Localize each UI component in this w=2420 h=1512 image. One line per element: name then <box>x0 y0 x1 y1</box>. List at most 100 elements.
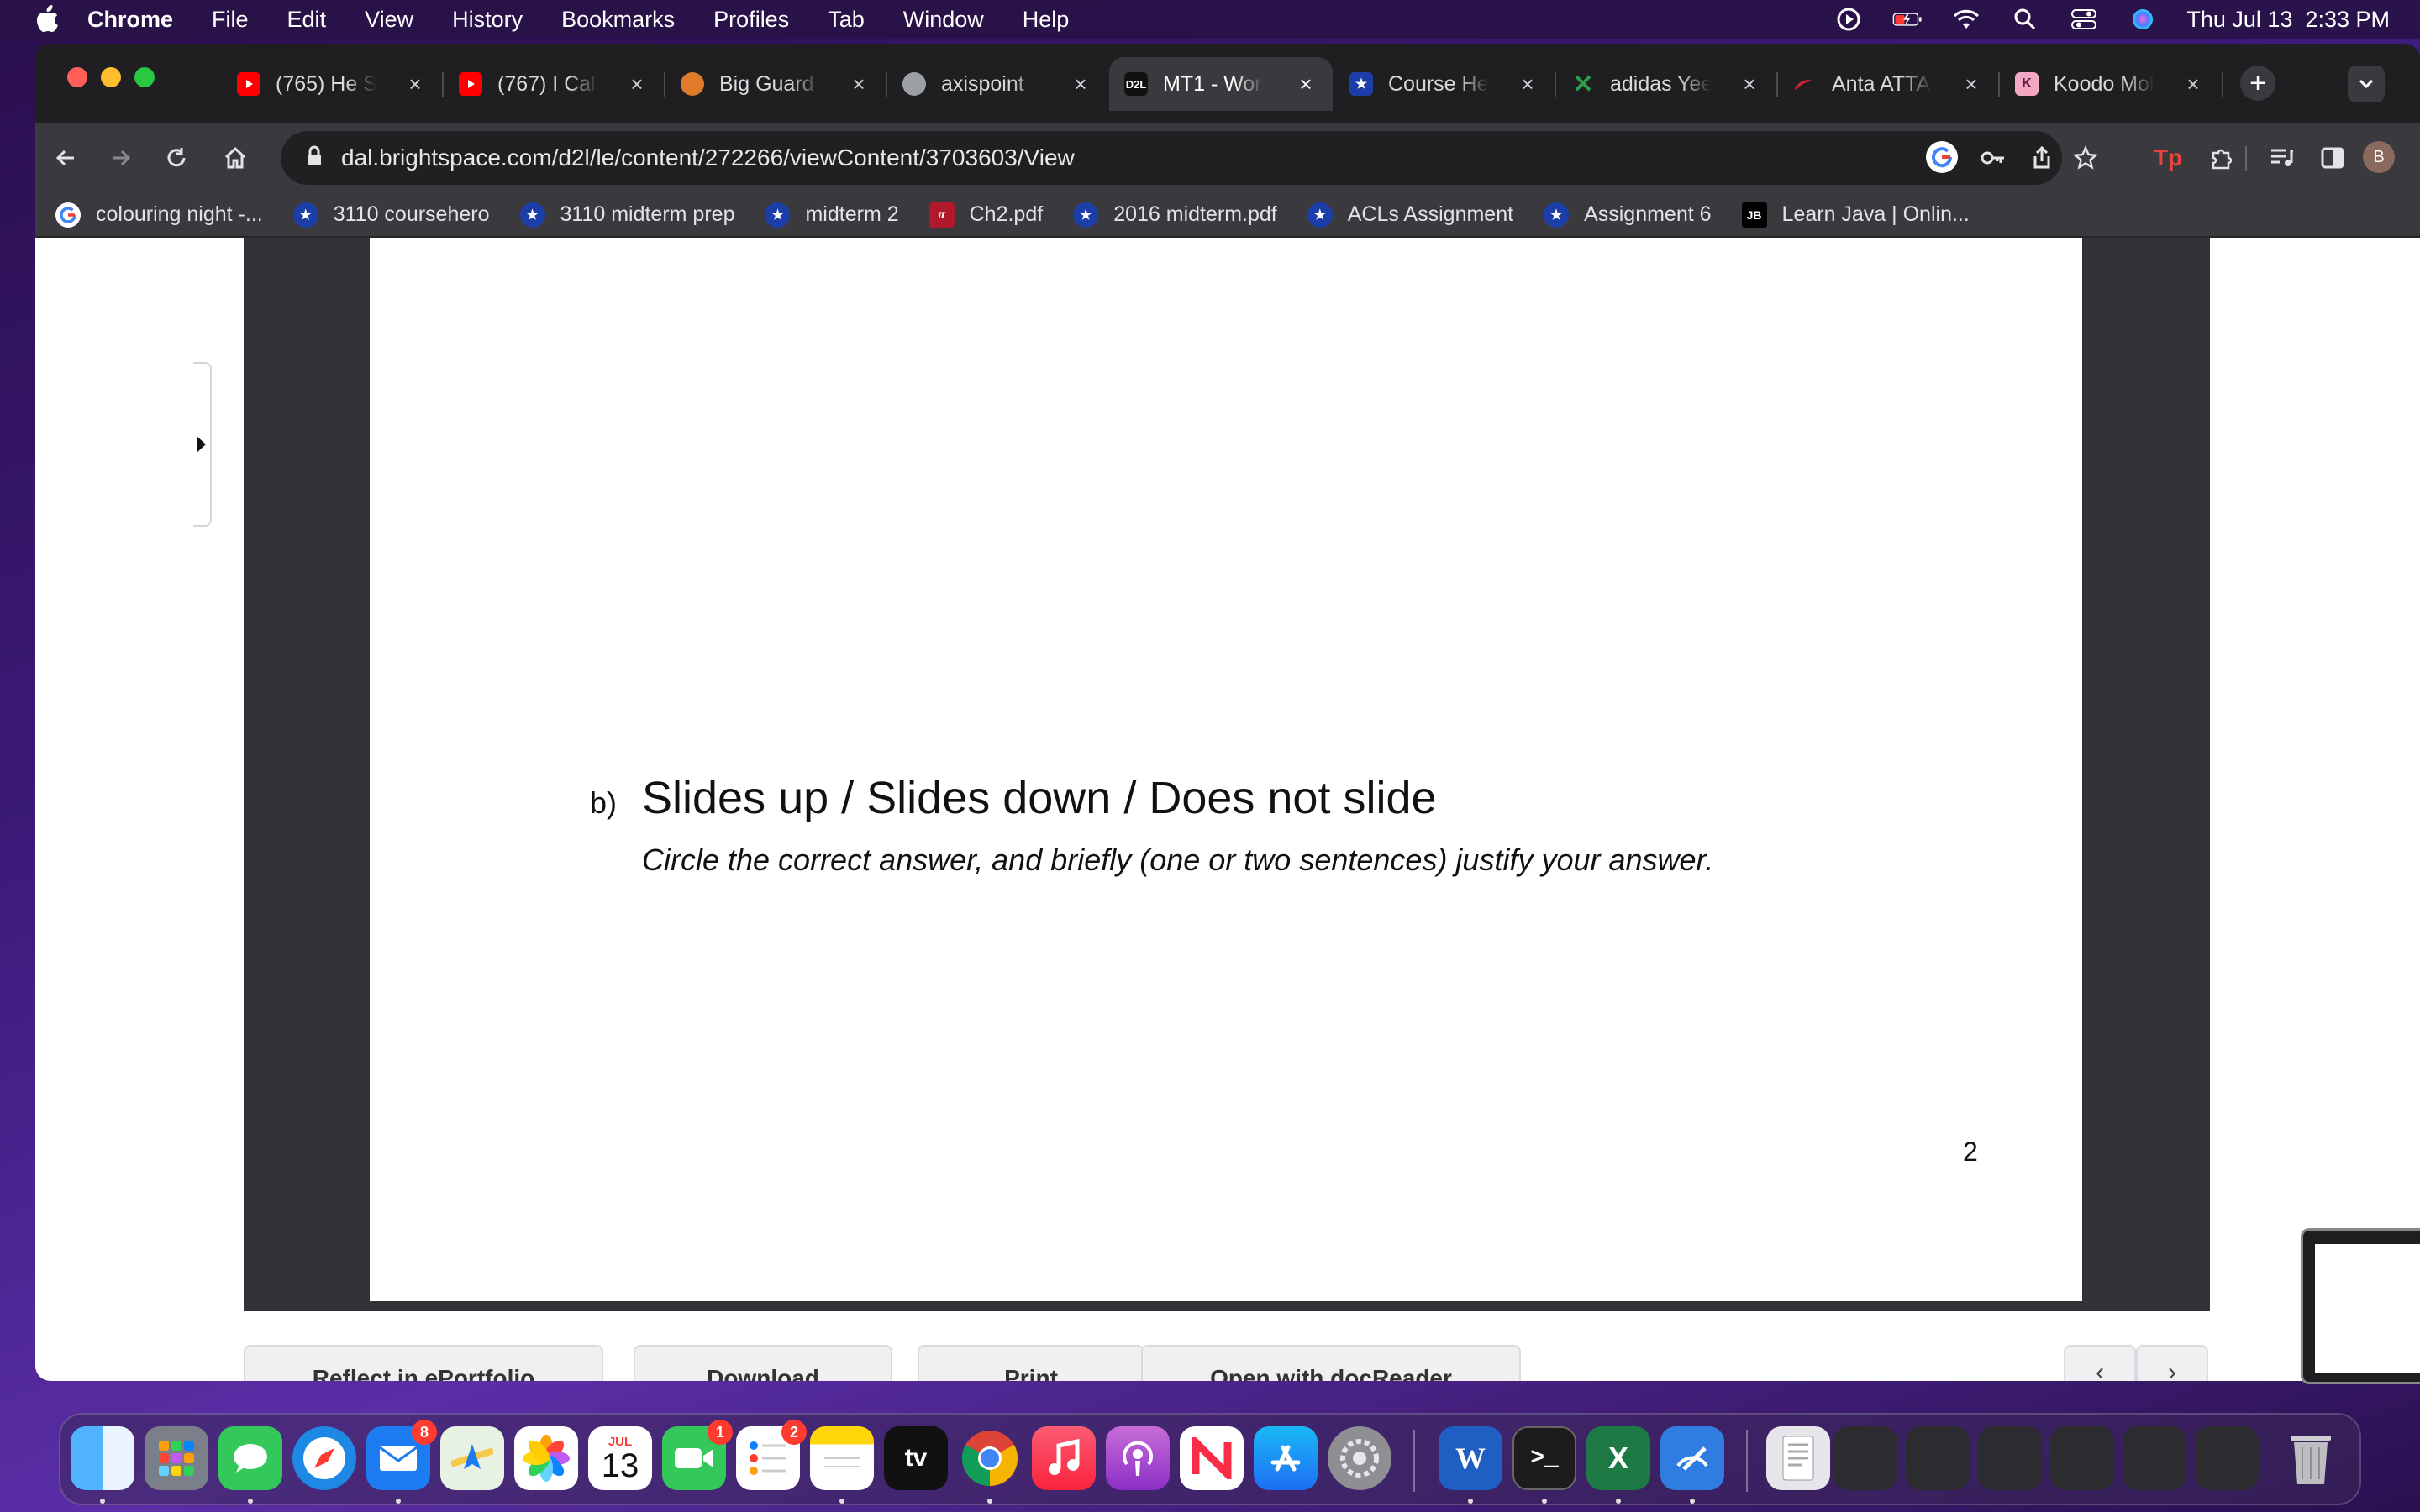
sidebar-toggle[interactable] <box>193 362 212 527</box>
print-button[interactable]: Print <box>918 1345 1144 1381</box>
tab-close-icon[interactable]: × <box>1516 72 1539 96</box>
maps-icon[interactable] <box>440 1426 504 1490</box>
reflect-eportfolio-button[interactable]: Reflect in ePortfolio <box>244 1345 603 1381</box>
bookmark-item[interactable]: JB Learn Java | Onlin... <box>1741 202 1970 228</box>
open-docreader-button[interactable]: Open with docReader <box>1141 1345 1521 1381</box>
bookmark-item[interactable]: colouring night -... <box>55 202 263 228</box>
music-icon[interactable] <box>1032 1426 1096 1490</box>
bookmark-item[interactable]: ★ ACLs Assignment <box>1307 202 1513 228</box>
bookmark-item[interactable]: ★ 2016 midterm.pdf <box>1073 202 1277 228</box>
screenshot-thumbnail[interactable] <box>2301 1228 2420 1384</box>
window-thumbnail-icon[interactable] <box>2050 1426 2114 1490</box>
trash-icon[interactable] <box>2279 1426 2343 1490</box>
document-file-icon[interactable] <box>1766 1426 1830 1490</box>
window-thumbnail-icon[interactable] <box>1833 1426 1897 1490</box>
control-center-icon[interactable] <box>2069 7 2099 32</box>
menu-edit[interactable]: Edit <box>287 7 327 33</box>
password-key-icon[interactable] <box>1976 141 2010 175</box>
tab-close-icon[interactable]: × <box>1960 72 1983 96</box>
podcasts-icon[interactable] <box>1106 1426 1170 1490</box>
tab-close-icon[interactable]: × <box>625 72 649 96</box>
next-page-button[interactable]: › <box>2136 1345 2208 1381</box>
tab-youtube-2[interactable]: (767) I Call × <box>444 57 664 111</box>
menu-view[interactable]: View <box>365 7 413 33</box>
download-button[interactable]: Download <box>634 1345 892 1381</box>
tab-big-guard[interactable]: Big Guard × <box>666 57 886 111</box>
home-icon[interactable] <box>218 141 252 175</box>
bookmark-item[interactable]: π Ch2.pdf <box>929 202 1043 228</box>
extensions-puzzle-icon[interactable] <box>2205 141 2238 175</box>
calendar-icon[interactable]: JUL 13 <box>588 1426 652 1490</box>
bookmark-star-icon[interactable] <box>2069 141 2102 175</box>
menu-help[interactable]: Help <box>1023 7 1070 33</box>
tab-close-icon[interactable]: × <box>847 72 871 96</box>
news-icon[interactable] <box>1180 1426 1244 1490</box>
back-arrow-icon[interactable] <box>49 141 82 175</box>
tab-search-chevron-icon[interactable] <box>2348 66 2385 102</box>
google-lens-icon[interactable] <box>1926 141 1958 173</box>
excel-icon[interactable]: X <box>1586 1426 1650 1490</box>
terminal-icon[interactable]: >_ <box>1512 1426 1576 1490</box>
menu-file[interactable]: File <box>212 7 249 33</box>
tab-mt1-active[interactable]: D2L MT1 - Worl × <box>1109 57 1333 111</box>
media-controls-icon[interactable] <box>2265 141 2299 175</box>
play-circle-icon[interactable] <box>1833 7 1864 32</box>
url-text[interactable]: dal.brightspace.com/d2l/le/content/27226… <box>341 144 1075 171</box>
window-thumbnail-icon[interactable] <box>1978 1426 2042 1490</box>
more-menu-icon[interactable]: ⋮ <box>2408 141 2420 175</box>
tab-koodo[interactable]: K Koodo Mol × <box>2000 57 2220 111</box>
notes-icon[interactable] <box>810 1426 874 1490</box>
mail-icon[interactable]: 8 <box>366 1420 437 1490</box>
side-panel-icon[interactable] <box>2316 141 2349 175</box>
turbo-extension-icon[interactable]: Tp <box>2151 141 2185 175</box>
word-icon[interactable]: W <box>1439 1426 1502 1490</box>
window-thumbnail-icon[interactable] <box>2123 1426 2186 1490</box>
messages-icon[interactable] <box>218 1426 282 1490</box>
tab-close-icon[interactable]: × <box>1294 72 1318 96</box>
battery-charging-icon[interactable] <box>1892 7 1923 32</box>
menu-window[interactable]: Window <box>903 7 984 33</box>
menu-history[interactable]: History <box>452 7 523 33</box>
window-minimize-button[interactable] <box>101 67 121 87</box>
photos-icon[interactable] <box>514 1426 578 1490</box>
share-icon[interactable] <box>2025 141 2059 175</box>
safari-icon[interactable] <box>292 1426 356 1490</box>
siri-icon[interactable] <box>2128 7 2158 32</box>
tab-course-hero[interactable]: ★ Course He × <box>1334 57 1555 111</box>
bookmark-item[interactable]: ★ 3110 coursehero <box>292 202 490 228</box>
tab-close-icon[interactable]: × <box>2181 72 2205 96</box>
bookmark-item[interactable]: ★ Assignment 6 <box>1544 202 1712 228</box>
network-utility-icon[interactable] <box>1660 1426 1724 1490</box>
apple-icon[interactable] <box>32 4 62 34</box>
tab-close-icon[interactable]: × <box>1738 72 1761 96</box>
finder-icon[interactable] <box>71 1426 134 1490</box>
spotlight-search-icon[interactable] <box>2010 7 2040 32</box>
menu-app-name[interactable]: Chrome <box>87 7 173 33</box>
tab-adidas[interactable]: ✕ adidas Yee × <box>1556 57 1776 111</box>
previous-page-button[interactable]: ‹ <box>2064 1345 2136 1381</box>
new-tab-plus-icon[interactable]: + <box>2240 66 2275 101</box>
bookmark-item[interactable]: ★ midterm 2 <box>765 202 899 228</box>
menu-profiles[interactable]: Profiles <box>713 7 789 33</box>
apple-tv-icon[interactable]: tv <box>884 1426 948 1490</box>
facetime-icon[interactable]: 1 <box>662 1420 733 1490</box>
menubar-clock[interactable]: Thu Jul 13 2:33 PM <box>2186 7 2390 33</box>
menu-bookmarks[interactable]: Bookmarks <box>561 7 675 33</box>
wifi-icon[interactable] <box>1951 7 1981 32</box>
launchpad-icon[interactable] <box>145 1426 208 1490</box>
window-thumbnail-icon[interactable] <box>1906 1426 1970 1490</box>
reminders-icon[interactable]: 2 <box>736 1420 807 1490</box>
tab-youtube-1[interactable]: (765) He S × <box>222 57 442 111</box>
chrome-icon[interactable] <box>958 1426 1022 1490</box>
tab-close-icon[interactable]: × <box>403 72 427 96</box>
tab-anta[interactable]: Anta ATTA × <box>1778 57 1998 111</box>
app-store-icon[interactable] <box>1254 1426 1318 1490</box>
profile-avatar[interactable]: B <box>2363 141 2395 173</box>
bookmark-item[interactable]: ★ 3110 midterm prep <box>519 202 734 228</box>
address-bar[interactable]: dal.brightspace.com/d2l/le/content/27226… <box>281 131 2062 185</box>
window-close-button[interactable] <box>67 67 87 87</box>
window-thumbnail-icon[interactable] <box>2195 1426 2259 1490</box>
tab-close-icon[interactable]: × <box>1069 72 1092 96</box>
tab-axispoint[interactable]: axispoint × <box>887 57 1107 111</box>
system-settings-icon[interactable] <box>1328 1426 1392 1490</box>
